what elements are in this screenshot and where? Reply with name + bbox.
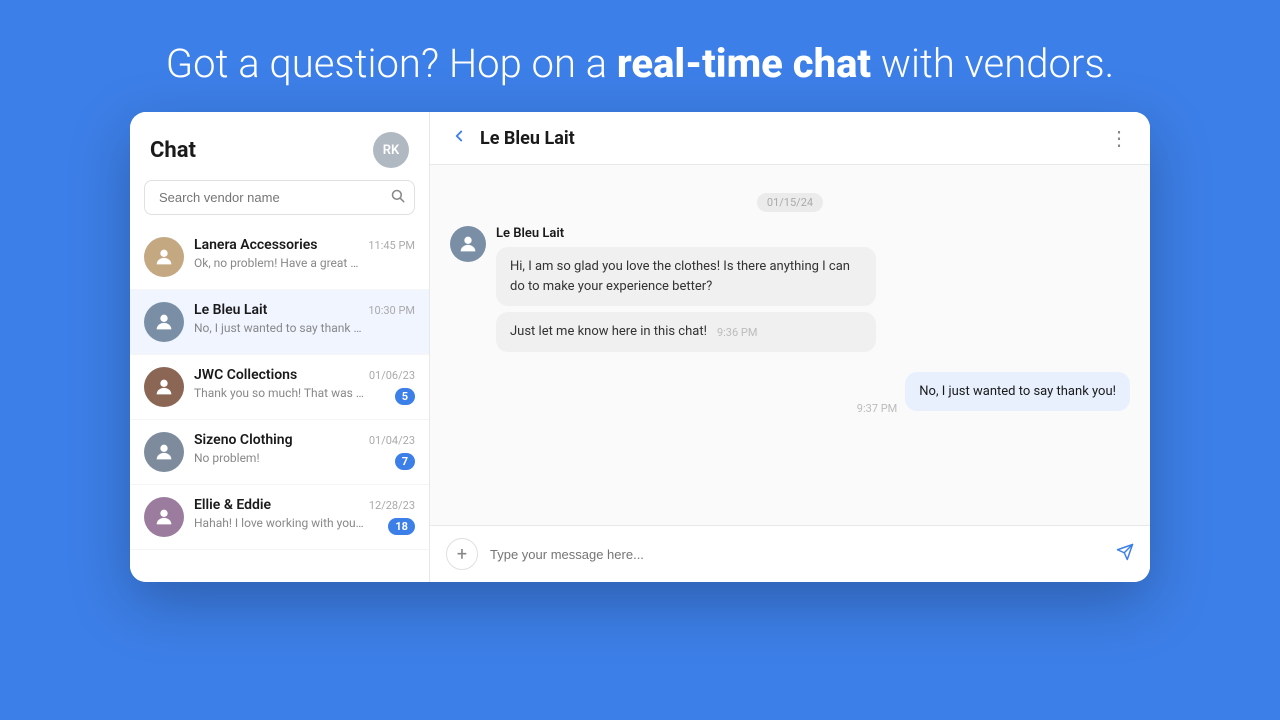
chat-window: Le Bleu Lait ⋮ 01/15/24 Le Bleu Lait	[430, 112, 1150, 582]
unread-badge-ellie: 18	[388, 518, 415, 535]
chat-info-ellie: Ellie & Eddie 12/28/23 Hahah! I love wor…	[194, 497, 415, 530]
chat-time-sizeno: 01/04/23	[369, 434, 415, 447]
back-button[interactable]	[450, 127, 468, 150]
hero-text: Got a question? Hop on a real-time chat …	[80, 38, 1200, 90]
chat-items-list: Lanera Accessories 11:45 PM Ok, no probl…	[130, 225, 429, 582]
hero-section: Got a question? Hop on a real-time chat …	[0, 0, 1280, 112]
chat-item-lanera[interactable]: Lanera Accessories 11:45 PM Ok, no probl…	[130, 225, 429, 290]
attach-button[interactable]: +	[446, 538, 478, 570]
message-row-sent: 9:37 PM No, I just wanted to say thank y…	[450, 372, 1130, 418]
more-options-button[interactable]: ⋮	[1109, 126, 1130, 150]
date-separator: 01/15/24	[450, 191, 1130, 210]
sender-avatar	[450, 226, 486, 262]
chat-info-jwc: JWC Collections 01/06/23 Thank you so mu…	[194, 367, 415, 400]
chat-window-header: Le Bleu Lait ⋮	[430, 112, 1150, 165]
chat-time-lanera: 11:45 PM	[368, 239, 415, 252]
chat-name-jwc: JWC Collections	[194, 367, 297, 383]
chat-list-panel: Chat RK Lanera Accessories 11:4	[130, 112, 430, 582]
search-input[interactable]	[144, 180, 415, 215]
chat-input-area: +	[430, 525, 1150, 582]
chat-avatar-jwc	[144, 367, 184, 407]
messages-area: 01/15/24 Le Bleu Lait Hi, I am so glad y…	[430, 165, 1150, 525]
chat-item-lebleu[interactable]: Le Bleu Lait 10:30 PM No, I just wanted …	[130, 290, 429, 355]
search-box	[144, 180, 415, 215]
chat-info-lanera: Lanera Accessories 11:45 PM Ok, no probl…	[194, 237, 415, 270]
chat-avatar-ellie	[144, 497, 184, 537]
chat-name-lebleu: Le Bleu Lait	[194, 302, 267, 318]
chat-name-sizeno: Sizeno Clothing	[194, 432, 293, 448]
message-input[interactable]	[490, 547, 1104, 562]
app-window: Chat RK Lanera Accessories 11:4	[130, 112, 1150, 582]
chat-preview-lebleu: No, I just wanted to say thank you!	[194, 321, 364, 335]
chat-time-jwc: 01/06/23	[369, 369, 415, 382]
msg-bubble-sent: No, I just wanted to say thank you!	[905, 372, 1130, 412]
msg-bubble-1: Hi, I am so glad you love the clothes! I…	[496, 247, 876, 306]
chat-item-ellie[interactable]: Ellie & Eddie 12/28/23 Hahah! I love wor…	[130, 485, 429, 550]
chat-preview-lanera: Ok, no problem! Have a great day!	[194, 256, 364, 270]
chat-panel-title: Chat	[150, 138, 196, 163]
chat-window-header-left: Le Bleu Lait	[450, 127, 575, 150]
sender-name: Le Bleu Lait	[496, 226, 1130, 241]
send-button[interactable]	[1116, 543, 1134, 566]
chat-name-lanera: Lanera Accessories	[194, 237, 317, 253]
chat-item-jwc[interactable]: JWC Collections 01/06/23 Thank you so mu…	[130, 355, 429, 420]
msg-content-received: Le Bleu Lait Hi, I am so glad you love t…	[496, 226, 1130, 358]
unread-badge-jwc: 5	[395, 388, 415, 405]
chat-avatar-sizeno	[144, 432, 184, 472]
chat-time-lebleu: 10:30 PM	[368, 304, 415, 317]
user-avatar-rk[interactable]: RK	[373, 132, 409, 168]
chat-info-lebleu: Le Bleu Lait 10:30 PM No, I just wanted …	[194, 302, 415, 335]
chat-list-header: Chat RK	[130, 112, 429, 180]
chat-avatar-lanera	[144, 237, 184, 277]
msg-bubble-2: Just let me know here in this chat! 9:36…	[496, 312, 876, 352]
msg-time-sent: 9:37 PM	[857, 402, 897, 415]
chat-window-title: Le Bleu Lait	[480, 128, 575, 149]
msg-time-received: 9:36 PM	[717, 325, 757, 342]
unread-badge-sizeno: 7	[395, 453, 415, 470]
chat-time-ellie: 12/28/23	[369, 499, 415, 512]
chat-preview-ellie: Hahah! I love working with you Sasha!	[194, 516, 364, 530]
chat-preview-sizeno: No problem!	[194, 451, 364, 465]
message-group-received: Le Bleu Lait Hi, I am so glad you love t…	[450, 226, 1130, 358]
chat-item-sizeno[interactable]: Sizeno Clothing 01/04/23 No problem! 7	[130, 420, 429, 485]
chat-info-sizeno: Sizeno Clothing 01/04/23 No problem!	[194, 432, 415, 465]
chat-preview-jwc: Thank you so much! That was very helpful…	[194, 386, 364, 400]
search-icon[interactable]	[390, 188, 405, 207]
chat-name-ellie: Ellie & Eddie	[194, 497, 271, 513]
chat-avatar-lebleu	[144, 302, 184, 342]
